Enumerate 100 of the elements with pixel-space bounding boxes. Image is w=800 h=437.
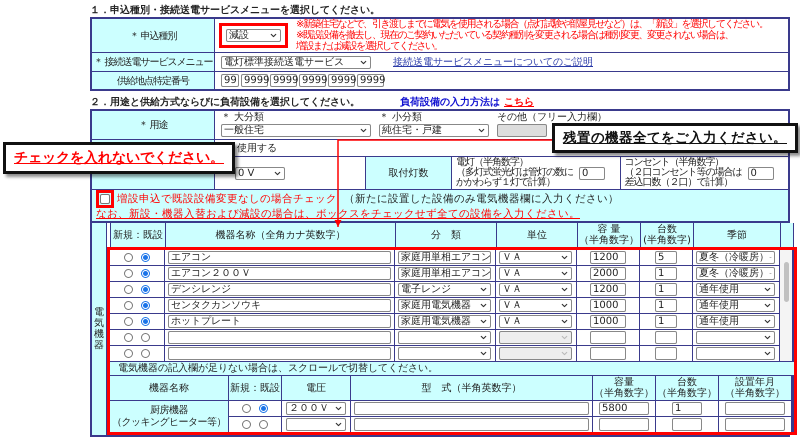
text-field[interactable]: 1 <box>655 315 677 328</box>
text-field[interactable]: 1 <box>655 283 677 296</box>
radio-button[interactable] <box>242 404 251 413</box>
column-header: 容 量 （半角数字） <box>578 223 640 247</box>
warning-note: ※新築住宅などで、引き渡しまでに電気を使用される場合（点灯試験や部屋見せなど）は、「新設」を選択してください。 ※既設設備を撤去し、現在のご契約いただいている契約種別を変更される場合は種別変更、変更されない場合は、 増設または減設を選択してください。 <box>296 19 768 52</box>
text-field[interactable]: 0 <box>748 166 774 180</box>
column-header: 機器名称（全角カナ英数字） <box>166 223 395 247</box>
dropdown[interactable]: 減設 <box>226 29 281 42</box>
lamp-note: 電灯（半角数字） （多灯式蛍光灯は管灯の数に かかわらず１灯で計算） <box>456 158 573 188</box>
text-field[interactable]: 1 <box>655 299 677 312</box>
radio-button[interactable] <box>124 333 133 342</box>
lights-label: 取付灯数 <box>365 157 452 189</box>
text-field[interactable]: 1000 <box>590 315 626 328</box>
text-field[interactable] <box>655 347 677 360</box>
dropdown[interactable]: 電灯標準接続送電サービス <box>221 56 371 68</box>
warning-note: なお、新設・機器入替および減設の場合は、ボックスをチェックせず全ての設備を入力ください。 <box>96 208 581 220</box>
dropdown[interactable]: 電子レンジ <box>398 283 491 296</box>
text-field[interactable] <box>590 331 626 344</box>
radio-button[interactable] <box>141 333 150 342</box>
checkbox[interactable] <box>100 194 110 204</box>
text-field[interactable]: 9999 <box>328 74 355 87</box>
chevron-down-icon <box>269 31 278 40</box>
radio-button[interactable] <box>259 420 268 429</box>
scrollbar[interactable] <box>780 250 792 361</box>
text-field[interactable]: エアコン <box>168 251 391 264</box>
text-field[interactable]: 9999 <box>270 74 297 87</box>
dropdown[interactable] <box>696 347 775 360</box>
column-header: 容量 （半角数字） <box>593 376 655 400</box>
text-field[interactable] <box>354 418 589 431</box>
text-field[interactable]: 1200 <box>590 283 626 296</box>
text-field[interactable]: センタクカンソウキ <box>168 299 391 312</box>
radio-button[interactable] <box>124 253 133 262</box>
column-header: 新規：既設 <box>111 223 165 247</box>
text-field[interactable] <box>672 418 702 431</box>
description-link[interactable]: 接続送電サービスメニューについてのご説明 <box>393 55 593 69</box>
radio-button[interactable] <box>124 349 133 358</box>
dropdown[interactable]: ＶＡ <box>499 315 572 328</box>
text-field[interactable] <box>168 347 391 360</box>
text-field[interactable]: 9999 <box>299 74 326 87</box>
radio-button[interactable] <box>141 349 150 358</box>
column-header: 季節 <box>694 223 780 247</box>
text-field[interactable] <box>655 331 677 344</box>
column-header: 新規：既設 <box>229 376 281 400</box>
field-label: ＊ 大分類 <box>221 112 266 124</box>
dropdown[interactable]: ２００Ｖ <box>286 402 346 415</box>
dropdown[interactable] <box>398 347 491 360</box>
text-field[interactable] <box>590 347 626 360</box>
text-field[interactable]: 0 <box>579 166 605 180</box>
column-header: 分 類 <box>396 223 496 247</box>
text-field[interactable]: 99 <box>221 74 239 87</box>
text-field[interactable]: 5 <box>655 251 677 264</box>
text-field[interactable]: デンシレンジ <box>168 283 391 296</box>
dropdown[interactable]: 通年使用 <box>696 299 775 312</box>
text-field[interactable]: 9999 <box>357 74 384 87</box>
radio-button[interactable] <box>242 420 251 429</box>
radio-button[interactable] <box>141 269 150 278</box>
text-field[interactable] <box>725 418 785 431</box>
header-cell <box>781 223 793 247</box>
text-field[interactable]: 9999 <box>241 74 268 87</box>
section-heading: １．申込種別・接続送電サービスメニューを選択してください。 <box>90 4 380 17</box>
field-label: ＊ 接続送電サービスメニュー <box>92 53 214 71</box>
dropdown[interactable]: ＶＡ <box>499 299 572 312</box>
dropdown[interactable]: ＶＡ <box>499 283 572 296</box>
callout: チェックを入れないでください。 <box>3 142 235 174</box>
text-field[interactable]: 1 <box>672 402 702 415</box>
chevron-down-icon <box>359 126 368 135</box>
radio-button[interactable] <box>141 301 150 310</box>
column-header: 台数 （半角数字） <box>656 376 718 400</box>
dropdown[interactable]: ＶＡ <box>499 251 572 264</box>
text-field[interactable]: ホットプレート <box>168 315 391 328</box>
text-field[interactable] <box>725 402 785 415</box>
field-label: 供給地点特定番号 <box>92 72 214 89</box>
radio-button[interactable] <box>124 285 133 294</box>
radio-button[interactable] <box>124 301 133 310</box>
dropdown[interactable]: 0 V <box>235 166 285 180</box>
radio-button[interactable] <box>141 317 150 326</box>
dropdown[interactable] <box>286 418 346 431</box>
chevron-down-icon <box>477 126 486 135</box>
radio-button[interactable] <box>259 404 268 413</box>
dropdown[interactable] <box>398 331 491 344</box>
text-field[interactable]: エアコン２００Ｖ <box>168 267 391 280</box>
text-field[interactable] <box>599 418 649 431</box>
dropdown[interactable] <box>696 331 775 344</box>
radio-button[interactable] <box>124 317 133 326</box>
text-field[interactable]: 5800 <box>599 402 649 415</box>
radio-button[interactable] <box>141 253 150 262</box>
section-heading: ２．用途と供給方式ならびに負荷設備を選択してください。 <box>90 95 360 109</box>
dropdown[interactable]: 通年使用 <box>696 315 775 328</box>
dropdown[interactable]: ＶＡ <box>499 267 572 280</box>
help-link[interactable]: こちら <box>504 97 534 108</box>
text-field[interactable]: 1 <box>655 267 677 280</box>
field-label: ＊ 用途 <box>92 111 214 139</box>
radio-button[interactable] <box>124 269 133 278</box>
text-field[interactable]: 1000 <box>590 299 626 312</box>
dropdown[interactable]: 通年使用 <box>696 283 775 296</box>
text-field[interactable] <box>354 402 589 415</box>
text-field[interactable]: 2000 <box>590 267 626 280</box>
text-field[interactable]: 1200 <box>590 251 626 264</box>
radio-button[interactable] <box>141 285 150 294</box>
text-field[interactable] <box>168 331 391 344</box>
